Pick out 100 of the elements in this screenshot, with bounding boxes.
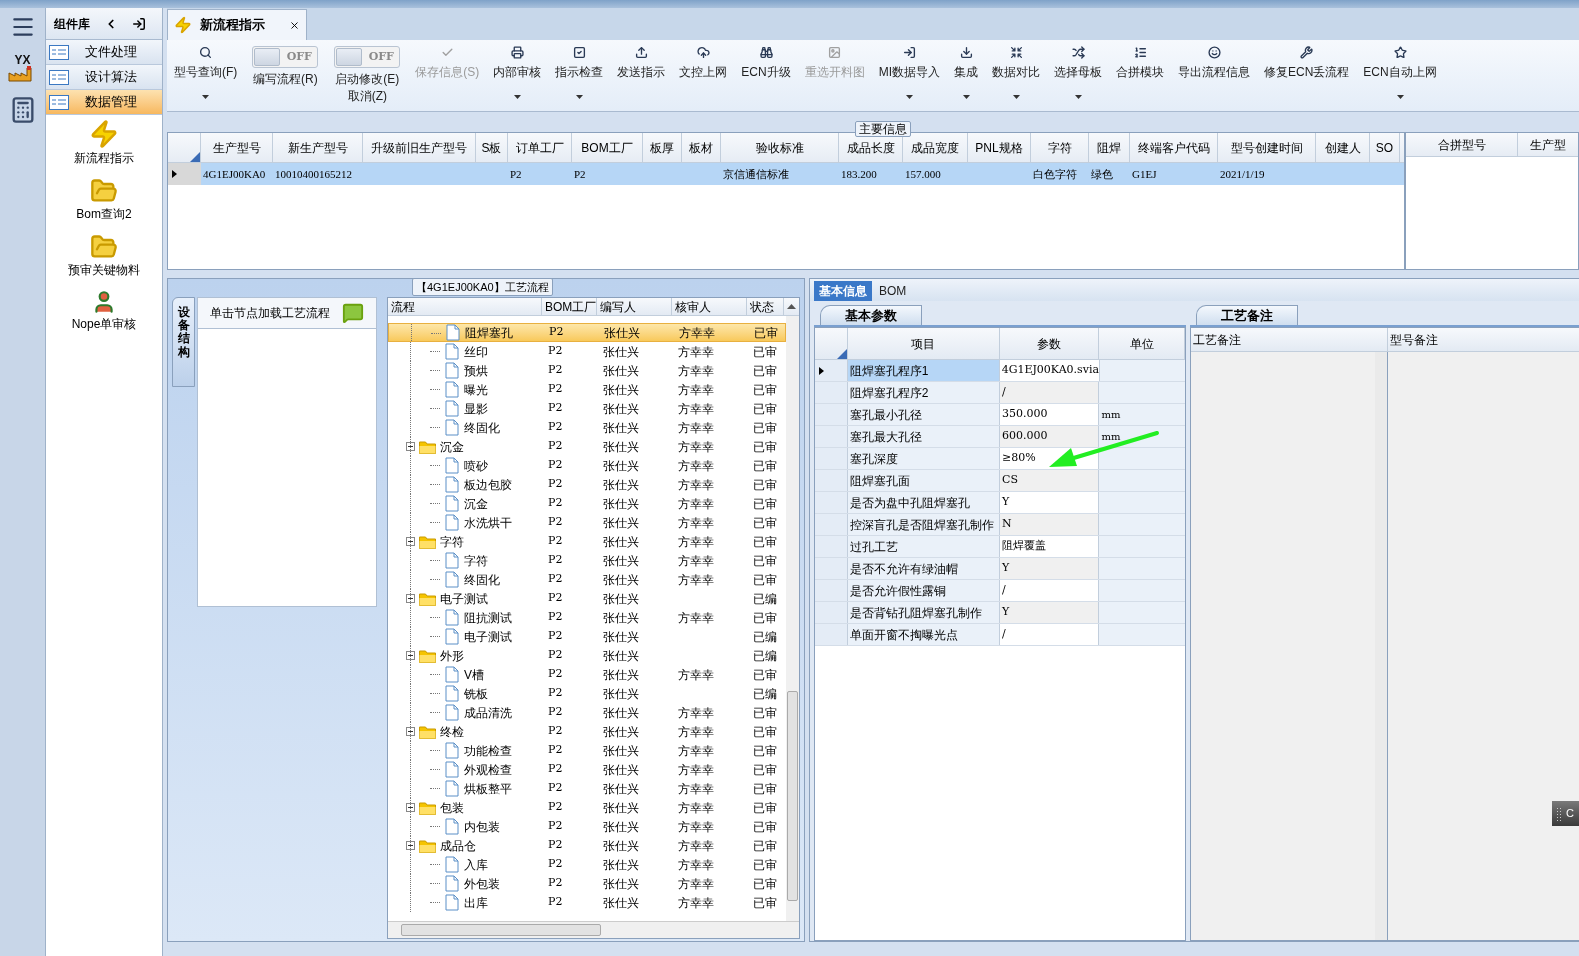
tree-row[interactable]: 成品仓 P2 张仕兴 方幸幸 已审 bbox=[388, 836, 786, 855]
toolbar-button[interactable]: 合拼模块 bbox=[1109, 40, 1171, 106]
tree-row[interactable]: 阻抗测试 P2 张仕兴 方幸幸 已审 bbox=[388, 608, 786, 627]
tree-row[interactable]: 铣板 P2 张仕兴 已编 bbox=[388, 684, 786, 703]
toolbar-button[interactable]: MI数据导入 bbox=[871, 40, 947, 106]
tree-row[interactable]: 烘板整平 P2 张仕兴 方幸幸 已审 bbox=[388, 779, 786, 798]
horizontal-scrollbar[interactable] bbox=[388, 921, 799, 938]
tree-row[interactable]: V槽 P2 张仕兴 方幸幸 已审 bbox=[388, 665, 786, 684]
caret-icon bbox=[1396, 95, 1404, 99]
tree-row[interactable]: 功能检查 P2 张仕兴 方幸幸 已审 bbox=[388, 741, 786, 760]
param-row[interactable]: 是否背钻孔阻焊塞孔制作 Y bbox=[815, 602, 1185, 624]
detail-tab[interactable]: BOM bbox=[874, 281, 912, 301]
tree-row[interactable]: 电子测试 P2 张仕兴 已编 bbox=[388, 627, 786, 646]
param-row[interactable]: 控深盲孔是否阻焊塞孔制作 N bbox=[815, 514, 1185, 536]
column-header: 工艺备注 bbox=[1191, 328, 1388, 351]
collapse-icon[interactable] bbox=[406, 442, 415, 451]
tree-row[interactable]: 终固化 P2 张仕兴 方幸幸 已审 bbox=[388, 570, 786, 589]
param-row[interactable]: 塞孔最大孔径 600.000 mm bbox=[815, 426, 1185, 448]
table-cell-text: P2 bbox=[547, 894, 564, 911]
collapse-icon[interactable] bbox=[406, 803, 415, 812]
scrollbar[interactable] bbox=[1375, 352, 1388, 940]
launcher-item[interactable]: 预审关键物料 bbox=[68, 233, 140, 279]
toolbar-button[interactable]: 指示检查 bbox=[548, 40, 611, 106]
tree-row[interactable]: 终固化 P2 张仕兴 方幸幸 已审 bbox=[388, 418, 786, 437]
close-icon[interactable] bbox=[289, 19, 300, 31]
tree-row[interactable]: 阻焊塞孔 P2 张仕兴 方幸幸 已审 bbox=[388, 323, 786, 342]
folder-icon bbox=[419, 838, 436, 853]
launcher-item[interactable]: 新流程指示 bbox=[74, 119, 134, 167]
detail-tab[interactable]: 基本信息 bbox=[814, 281, 872, 301]
collapse-icon[interactable] bbox=[406, 651, 415, 660]
toolbar-button[interactable]: 修复ECN丢流程 bbox=[1257, 40, 1357, 106]
param-row[interactable]: 塞孔最小孔径 350.000 mm bbox=[815, 404, 1185, 426]
floating-widget[interactable]: C bbox=[1552, 801, 1579, 826]
toolbar-button[interactable]: 文控上网 bbox=[672, 40, 735, 106]
category-item[interactable]: 文件处理 bbox=[46, 40, 162, 65]
tree-row[interactable]: 沉金 P2 张仕兴 方幸幸 已审 bbox=[388, 494, 786, 513]
tree-row[interactable]: 外包装 P2 张仕兴 方幸幸 已审 bbox=[388, 874, 786, 893]
tree-row[interactable]: 出库 P2 张仕兴 方幸幸 已审 bbox=[388, 893, 786, 912]
tree-row[interactable]: 显影 P2 张仕兴 方幸幸 已审 bbox=[388, 399, 786, 418]
category-item[interactable]: 数据管理 bbox=[46, 90, 162, 115]
toolbar-button[interactable]: 数据对比 bbox=[985, 40, 1047, 106]
category-item[interactable]: 设计算法 bbox=[46, 65, 162, 90]
document-icon bbox=[445, 780, 459, 797]
toolbar-button[interactable]: ECN自动上网 bbox=[1356, 40, 1444, 106]
tree-row[interactable]: 沉金 P2 张仕兴 方幸幸 已审 bbox=[388, 437, 786, 456]
tree-row[interactable]: 水洗烘干 P2 张仕兴 方幸幸 已审 bbox=[388, 513, 786, 532]
table-row[interactable]: 4G1EJ00KA0 10010400165212 P2 P2 京信通信标准 183.200 157.000 白色字符 绿色 G1EJ 2021/1/19 bbox=[168, 163, 1404, 185]
toolbar-button[interactable]: 型号查询(F) bbox=[167, 40, 245, 106]
table-cell-text: 方幸幸 bbox=[678, 856, 714, 874]
tree-row[interactable]: 预烘 P2 张仕兴 方幸幸 已审 bbox=[388, 361, 786, 380]
tree-row[interactable]: 电子测试 P2 张仕兴 已编 bbox=[388, 589, 786, 608]
collapse-icon[interactable] bbox=[406, 594, 415, 603]
dock-icon[interactable] bbox=[132, 16, 146, 31]
toolbar-button[interactable]: ECN升级 bbox=[734, 40, 798, 106]
param-row[interactable]: 塞孔深度 ≥80% bbox=[815, 448, 1185, 470]
tree-row[interactable]: 板边包胶 P2 张仕兴 方幸幸 已审 bbox=[388, 475, 786, 494]
tree-row[interactable]: 喷砂 P2 张仕兴 方幸幸 已审 bbox=[388, 456, 786, 475]
table-cell-text: P2 bbox=[547, 856, 564, 873]
tree-row[interactable]: 终检 P2 张仕兴 方幸幸 已审 bbox=[388, 722, 786, 741]
toolbar-button[interactable]: 发送指示 bbox=[610, 40, 673, 106]
cancel-button[interactable]: 取消(Z) bbox=[347, 88, 387, 104]
param-row[interactable]: 阻焊塞孔面 CS bbox=[815, 470, 1185, 492]
tree-row[interactable]: 字符 P2 张仕兴 方幸幸 已审 bbox=[388, 532, 786, 551]
toolbar-button[interactable]: 选择母板 bbox=[1047, 40, 1109, 106]
tree-row[interactable]: 入库 P2 张仕兴 方幸幸 已审 bbox=[388, 855, 786, 874]
launcher-item[interactable]: Nope单审核 bbox=[71, 289, 137, 333]
param-row[interactable]: 是否允许假性露铜 / bbox=[815, 580, 1185, 602]
table-cell-text: 张仕兴 bbox=[602, 438, 640, 456]
table-cell-text: G1EJ bbox=[1132, 166, 1157, 182]
collapse-icon[interactable] bbox=[406, 841, 415, 850]
toolbar-button[interactable]: 集成 bbox=[947, 40, 985, 106]
toolbar-button[interactable]: 导出流程信息 bbox=[1171, 40, 1257, 106]
param-row[interactable]: 是否为盘中孔阻焊塞孔 Y bbox=[815, 492, 1185, 514]
scroll-up-icon[interactable] bbox=[787, 304, 796, 309]
tree-row[interactable]: 包装 P2 张仕兴 方幸幸 已审 bbox=[388, 798, 786, 817]
param-row[interactable]: 阻焊塞孔程序2 / bbox=[815, 382, 1185, 404]
tree-row[interactable]: 内包装 P2 张仕兴 方幸幸 已审 bbox=[388, 817, 786, 836]
param-row[interactable]: 是否不允许有绿油帽 Y bbox=[815, 558, 1185, 580]
param-row[interactable]: 单面开窗不掏曝光点 / bbox=[815, 624, 1185, 646]
tree-row[interactable]: 外形 P2 张仕兴 已编 bbox=[388, 646, 786, 665]
toolbar-button[interactable]: 内部审核 bbox=[486, 40, 549, 106]
collapse-icon[interactable] bbox=[406, 727, 415, 736]
tree-row[interactable]: 字符 P2 张仕兴 方幸幸 已审 bbox=[388, 551, 786, 570]
collapse-icon[interactable] bbox=[406, 537, 415, 546]
tree-row[interactable]: 丝印 P2 张仕兴 方幸幸 已审 bbox=[388, 342, 786, 361]
scrollbar[interactable] bbox=[786, 316, 799, 921]
table-cell-text: 张仕兴 bbox=[602, 685, 640, 703]
document-tab[interactable]: 新流程指示 bbox=[167, 9, 307, 40]
param-value: N bbox=[1002, 516, 1012, 533]
tree-row[interactable]: 外观检查 P2 张仕兴 方幸幸 已审 bbox=[388, 760, 786, 779]
params-tab[interactable]: 基本参数 bbox=[820, 305, 922, 325]
launcher-item[interactable]: Bom查询2 bbox=[76, 177, 132, 223]
param-row[interactable]: 过孔工艺 阻焊覆盖 bbox=[815, 536, 1185, 558]
table-cell-text: P2 bbox=[547, 590, 564, 607]
remarks-tab[interactable]: 工艺备注 bbox=[1196, 305, 1298, 325]
column-header: BOM工厂 bbox=[542, 298, 597, 315]
tree-row[interactable]: 曝光 P2 张仕兴 方幸幸 已审 bbox=[388, 380, 786, 399]
param-row[interactable]: 阻焊塞孔程序1 4G1EJ00KA0.svia bbox=[815, 360, 1185, 382]
tree-row[interactable]: 成品清洗 P2 张仕兴 方幸幸 已审 bbox=[388, 703, 786, 722]
vertical-tab[interactable]: 设备结构 bbox=[172, 297, 196, 387]
